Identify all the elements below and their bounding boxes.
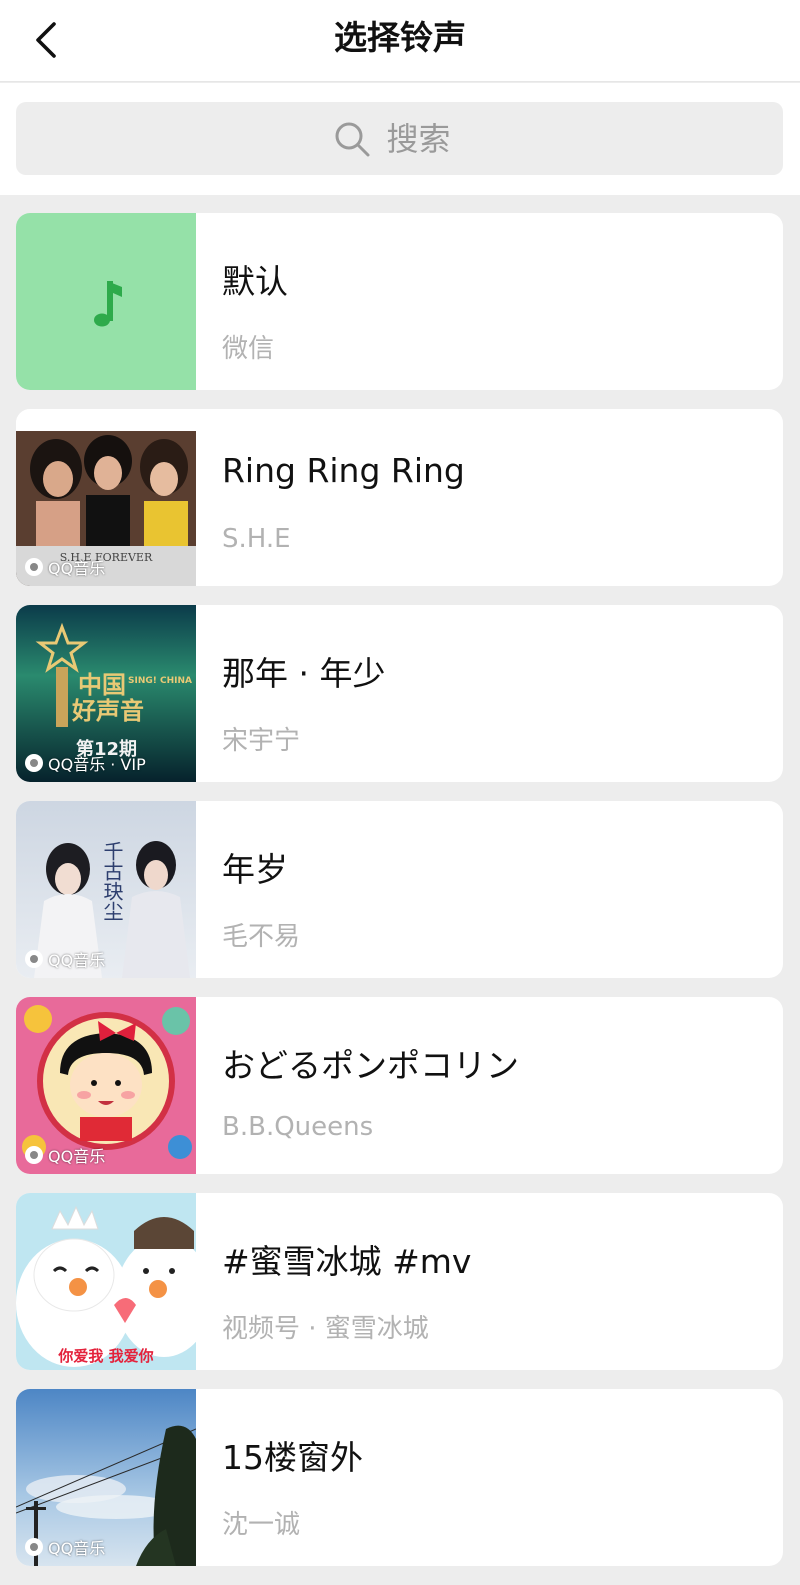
qq-music-icon bbox=[25, 1538, 43, 1556]
ringtone-subtitle: 宋宇宁 bbox=[222, 726, 301, 756]
ringtone-title: 15楼窗外 bbox=[222, 1438, 363, 1477]
cover-sky-window: QQ音乐 bbox=[16, 1389, 196, 1566]
ringtone-item-mixue-mv[interactable]: 你爱我 我爱你 #蜜雪冰城 #mv 视频号 · 蜜雪冰城 bbox=[16, 1193, 783, 1370]
cover-default bbox=[16, 213, 196, 390]
cover-mixue-snowman: 你爱我 我爱你 bbox=[16, 1193, 196, 1370]
qq-music-badge: QQ音乐 bbox=[24, 554, 105, 580]
video-thumbnail-snowman-image: 你爱我 我爱你 bbox=[16, 1193, 196, 1370]
qq-music-badge: QQ音乐 bbox=[24, 946, 105, 972]
qq-music-badge: QQ音乐 · VIP bbox=[24, 750, 146, 776]
cover-she-forever: S.H.E FOREVER QQ音乐 bbox=[16, 409, 196, 586]
badge-label: QQ音乐 · VIP bbox=[48, 755, 146, 774]
cover-title-text: 千古玦尘 bbox=[100, 841, 124, 921]
qq-music-badge: QQ音乐 bbox=[24, 1534, 105, 1560]
ringtone-subtitle: 沈一诚 bbox=[222, 1510, 301, 1540]
ringtone-item-nian-sui[interactable]: 千古玦尘 QQ音乐 年岁 毛不易 bbox=[16, 801, 783, 978]
ringtone-title: Ring Ring Ring bbox=[222, 451, 465, 490]
search-bar[interactable] bbox=[16, 102, 783, 175]
ringtone-item-15-lou-chuang-wai[interactable]: QQ音乐 15楼窗外 沈一诚 bbox=[16, 1389, 783, 1566]
cover-chibi-maruko: QQ音乐 bbox=[16, 997, 196, 1174]
qq-music-icon bbox=[25, 754, 43, 772]
badge-label: QQ音乐 bbox=[48, 951, 106, 970]
cover-sing-china: 中国 好声音 SING! CHINA 第12期 QQ音乐 · VIP bbox=[16, 605, 196, 782]
ringtone-subtitle: S.H.E bbox=[222, 524, 291, 554]
ringtone-title: 那年 · 年少 bbox=[222, 654, 386, 693]
nav-bar: 选择铃声 bbox=[0, 0, 800, 82]
ringtone-title: 默认 bbox=[222, 262, 288, 301]
cover-text-sing-china: SING! CHINA bbox=[128, 676, 192, 686]
ringtone-list: 默认 微信 S.H.E FOREVER QQ音乐 Ring Ring Ring … bbox=[16, 213, 783, 1585]
ringtone-subtitle: B.B.Queens bbox=[222, 1112, 374, 1142]
qq-music-icon bbox=[25, 950, 43, 968]
ringtone-title: 年岁 bbox=[222, 850, 288, 889]
cover-text-china: 中国 bbox=[78, 671, 126, 699]
cover-text-voice: 好声音 bbox=[71, 697, 144, 725]
cover-qian-gu-jue-chen: 千古玦尘 QQ音乐 bbox=[16, 801, 196, 978]
ringtone-item-na-nian-nian-shao[interactable]: 中国 好声音 SING! CHINA 第12期 QQ音乐 · VIP 那年 · … bbox=[16, 605, 783, 782]
search-input[interactable] bbox=[386, 119, 467, 158]
badge-label: QQ音乐 bbox=[48, 1147, 106, 1166]
ringtone-subtitle: 视频号 · 蜜雪冰城 bbox=[222, 1314, 429, 1344]
search-icon bbox=[335, 122, 369, 156]
badge-label: QQ音乐 bbox=[48, 559, 106, 578]
ringtone-item-default[interactable]: 默认 微信 bbox=[16, 213, 783, 390]
ringtone-subtitle: 毛不易 bbox=[222, 922, 301, 952]
badge-label: QQ音乐 bbox=[48, 1539, 106, 1558]
cover-caption: 你爱我 我爱你 bbox=[57, 1347, 153, 1365]
music-note-icon bbox=[94, 281, 122, 327]
qq-music-icon bbox=[25, 1146, 43, 1164]
ringtone-item-odoru-ponpokorin[interactable]: QQ音乐 おどるポンポコリン B.B.Queens bbox=[16, 997, 783, 1174]
search-section bbox=[0, 83, 800, 195]
qq-music-icon bbox=[25, 558, 43, 576]
page-title: 选择铃声 bbox=[334, 18, 466, 57]
qq-music-badge: QQ音乐 bbox=[24, 1142, 105, 1168]
ringtone-item-ring-ring-ring[interactable]: S.H.E FOREVER QQ音乐 Ring Ring Ring S.H.E bbox=[16, 409, 783, 586]
ringtone-title: #蜜雪冰城 #mv bbox=[222, 1242, 472, 1281]
ringtone-subtitle: 微信 bbox=[222, 334, 275, 364]
ringtone-title: おどるポンポコリン bbox=[222, 1046, 519, 1085]
